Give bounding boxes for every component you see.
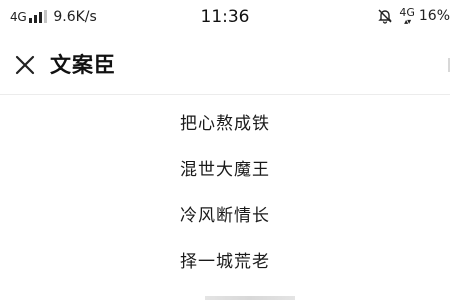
list-item-cutoff: [205, 296, 295, 300]
list-item[interactable]: 冷风断情长: [0, 193, 450, 239]
status-bar: 4G 9.6K/s 11:36 4G ▴▾ 16%: [0, 0, 450, 34]
list-item[interactable]: 把心熬成铁: [0, 101, 450, 147]
battery-level: 16%: [418, 8, 450, 24]
right-network-type: 4G: [399, 5, 415, 19]
mute-bell-icon: [377, 8, 393, 24]
list-item[interactable]: 择一城荒老: [0, 239, 450, 285]
nav-bar: 文案臣: [0, 34, 450, 95]
close-icon[interactable]: [12, 52, 38, 78]
status-right: 4G ▴▾ 16%: [377, 6, 450, 26]
list-item[interactable]: 混世大魔王: [0, 147, 450, 193]
data-arrows-icon: 4G ▴▾: [399, 5, 415, 26]
page-title: 文案臣: [50, 53, 116, 77]
